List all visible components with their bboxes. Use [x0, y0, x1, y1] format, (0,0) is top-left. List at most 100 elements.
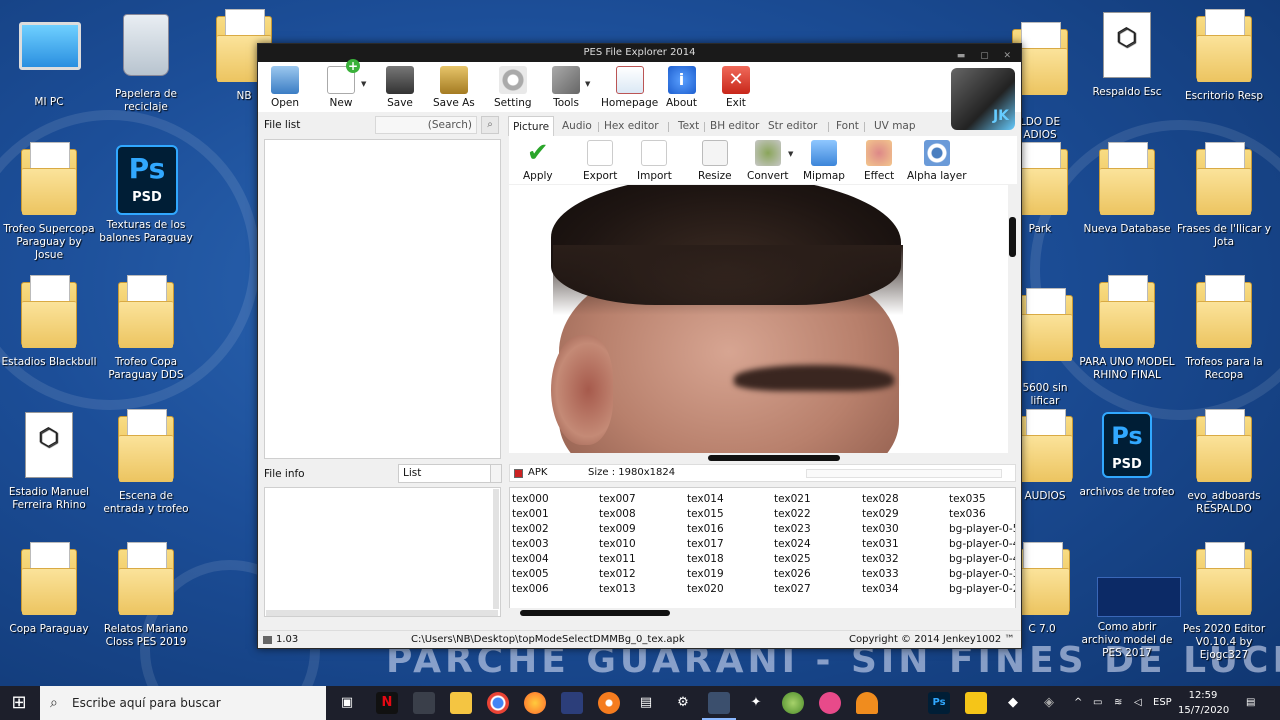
netflix-icon[interactable]: N [376, 692, 398, 714]
tools-button[interactable]: Tools [552, 66, 580, 109]
task-view-icon[interactable]: ▣ [336, 692, 358, 714]
app-icon[interactable] [413, 692, 435, 714]
desktop-icon-frases[interactable]: Frases de l'Ilicar y Jota [1176, 142, 1272, 249]
firefox-icon[interactable] [524, 692, 546, 714]
desktop-icon-estadio-manuel-ferreira[interactable]: Estadio Manuel Ferreira Rhino [1, 412, 97, 512]
alpha-layer-button[interactable]: Alpha layer [907, 140, 967, 182]
app-icon[interactable] [782, 692, 804, 714]
app-icon[interactable] [856, 692, 878, 714]
tray-chevron-icon[interactable]: ^ [1074, 686, 1082, 720]
exit-button[interactable]: ✕ Exit [722, 66, 750, 109]
texture-item[interactable]: tex024 [774, 537, 811, 552]
app-icon[interactable]: ▤ [635, 692, 657, 714]
desktop-icon-como-abrir-archivo[interactable]: Como abrir archivo model de PES 2017 [1079, 577, 1181, 660]
texture-item[interactable]: tex028 [862, 492, 899, 507]
save-as-button[interactable]: Save As [433, 66, 475, 109]
texture-item[interactable]: tex003 [512, 537, 549, 552]
app-icon[interactable] [965, 692, 987, 714]
texture-item[interactable]: tex029 [862, 507, 899, 522]
file-list-panel[interactable] [264, 139, 501, 459]
desktop-icon-pes2020-editor[interactable]: Pes 2020 Editor V0.10.4 by Ejogc327 [1176, 542, 1272, 662]
tab-bh-editor[interactable]: BH editor [706, 116, 763, 136]
desktop-icon-escritorio-resp[interactable]: Escritorio Resp [1176, 9, 1272, 103]
taskbar-search-input[interactable]: ⌕ Escribe aquí para buscar [40, 686, 326, 720]
app-icon[interactable] [598, 692, 620, 714]
app-icon[interactable] [561, 692, 583, 714]
app-icon[interactable]: ✦ [745, 692, 767, 714]
search-icon[interactable]: ⌕ [481, 116, 499, 134]
search-input[interactable]: (Search) [375, 116, 477, 134]
app-icon[interactable] [819, 692, 841, 714]
desktop-icon-nueva-database[interactable]: Nueva Database [1079, 142, 1175, 236]
tab-text[interactable]: Text [674, 116, 703, 136]
open-button[interactable]: Open [271, 66, 299, 109]
file-explorer-icon[interactable] [450, 692, 472, 714]
tab-audio[interactable]: Audio [558, 116, 596, 136]
export-button[interactable]: Export [583, 140, 617, 182]
windows-start-icon[interactable]: ⊞ [8, 692, 30, 714]
desktop-icon-evo-adboards[interactable]: evo_adboards RESPALDO [1176, 409, 1272, 516]
texture-item[interactable]: tex013 [599, 582, 636, 597]
import-button[interactable]: Import [637, 140, 672, 182]
tab-uv-map[interactable]: UV map [870, 116, 920, 136]
desktop-icon-copa-paraguay[interactable]: Copa Paraguay [1, 542, 97, 636]
texture-item[interactable]: tex009 [599, 522, 636, 537]
file-info-vertical-scrollbar[interactable] [493, 489, 499, 609]
desktop-icon-archivos-trofeo[interactable]: Ps PSD archivos de trofeo [1079, 412, 1175, 499]
chrome-icon[interactable] [487, 692, 509, 714]
texture-item[interactable]: tex027 [774, 582, 811, 597]
texture-item[interactable]: tex006 [512, 582, 549, 597]
setting-button[interactable]: Setting [494, 66, 532, 109]
texture-item[interactable]: tex011 [599, 552, 636, 567]
convert-button[interactable]: Convert [747, 140, 789, 182]
new-dropdown-arrow-icon[interactable]: ▼ [361, 80, 366, 88]
desktop-icon-relatos-mariano[interactable]: Relatos Mariano Closs PES 2019 [98, 542, 194, 649]
texture-item[interactable]: tex018 [687, 552, 724, 567]
about-button[interactable]: i About [666, 66, 697, 109]
pes-file-explorer-taskbar-icon[interactable] [702, 692, 736, 720]
tab-font[interactable]: Font [832, 116, 863, 136]
texture-item[interactable]: tex030 [862, 522, 899, 537]
texture-item[interactable]: tex004 [512, 552, 549, 567]
preview-horizontal-scroll-thumb[interactable] [708, 455, 840, 461]
new-button[interactable]: New [327, 59, 360, 109]
texture-item[interactable]: bg-player-0-3 [949, 567, 1015, 582]
file-info-horizontal-scrollbar[interactable] [266, 610, 498, 616]
app-icon[interactable]: ◆ [1002, 692, 1024, 714]
desktop-icon-escena-entrada[interactable]: Escena de entrada y trofeo [98, 409, 194, 516]
texture-item[interactable]: tex022 [774, 507, 811, 522]
apply-button[interactable]: ✔ Apply [523, 140, 553, 182]
texture-item[interactable]: tex001 [512, 507, 549, 522]
texture-item[interactable]: tex023 [774, 522, 811, 537]
clock[interactable]: 12:59 15/7/2020 [1178, 688, 1229, 718]
texture-item[interactable]: bg-player-0-5 [949, 522, 1015, 537]
desktop-icon-recycle-bin[interactable]: Papelera de reciclaje [98, 12, 194, 114]
texture-item[interactable]: tex035 [949, 492, 1015, 507]
texture-item[interactable]: tex012 [599, 567, 636, 582]
texture-item[interactable]: bg-player-0-4 [949, 552, 1015, 567]
photoshop-taskbar-icon[interactable]: Ps [928, 692, 950, 714]
texture-item[interactable]: tex031 [862, 537, 899, 552]
notifications-icon[interactable]: ▤ [1246, 686, 1255, 720]
desktop-icon-mi-pc[interactable]: MI PC [1, 12, 97, 109]
desktop-icon-respaldo-esc[interactable]: Respaldo Esc [1079, 12, 1175, 99]
texture-item[interactable]: tex025 [774, 552, 811, 567]
texture-item[interactable]: tex002 [512, 522, 549, 537]
settings-gear-icon[interactable]: ⚙ [672, 692, 694, 714]
save-button[interactable]: Save [386, 66, 414, 109]
texture-item[interactable]: tex000 [512, 492, 549, 507]
tab-str-editor[interactable]: Str editor [764, 116, 821, 136]
desktop-icon-para-uno-model[interactable]: PARA UNO MODEL RHINO FINAL [1079, 275, 1175, 382]
texture-item[interactable]: tex010 [599, 537, 636, 552]
app-icon[interactable]: ◈ [1038, 692, 1060, 714]
texture-item[interactable]: tex034 [862, 582, 899, 597]
texture-item[interactable]: tex014 [687, 492, 724, 507]
volume-icon[interactable]: ◁ [1134, 686, 1142, 720]
tab-picture[interactable]: Picture [508, 116, 555, 136]
texture-item[interactable]: tex020 [687, 582, 724, 597]
texture-list-scroll-thumb[interactable] [520, 610, 670, 616]
texture-item[interactable]: tex015 [687, 507, 724, 522]
homepage-button[interactable]: Homepage [601, 66, 658, 109]
texture-item[interactable]: tex033 [862, 567, 899, 582]
preview-vertical-scroll-thumb[interactable] [1009, 217, 1016, 257]
